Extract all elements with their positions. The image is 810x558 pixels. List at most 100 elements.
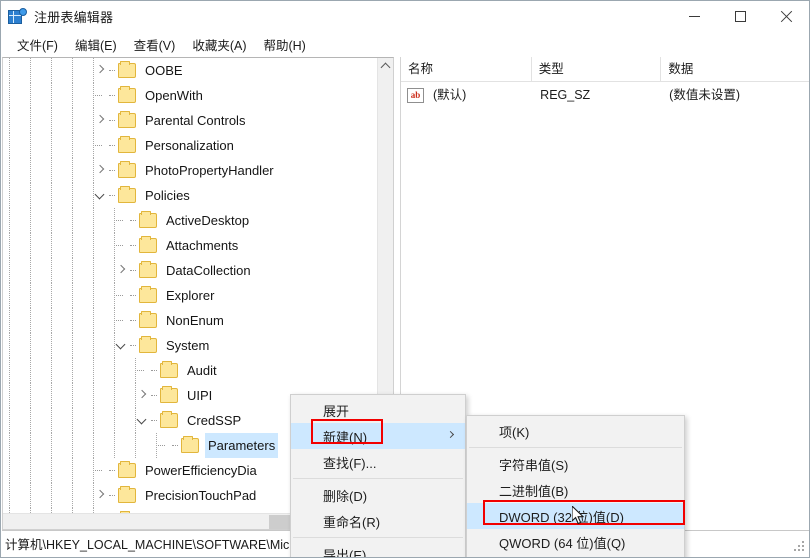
tree-item-oobe[interactable]: OOBE: [3, 58, 379, 83]
menu-item-label: 项(K): [499, 424, 530, 440]
tree-connector: [151, 383, 160, 408]
chevron-down-icon[interactable]: [93, 183, 109, 208]
submenu-item-1[interactable]: 字符串值(S): [467, 451, 684, 477]
context-menu-item-2[interactable]: 查找(F)...: [291, 449, 465, 475]
folder-icon: [139, 311, 157, 328]
tree-expander-placeholder: [93, 83, 109, 108]
menu-separator: [293, 537, 463, 538]
folder-icon: [118, 111, 136, 128]
tree-connector: [130, 258, 139, 283]
folder-icon: [160, 386, 178, 403]
chevron-right-icon[interactable]: [93, 108, 109, 133]
tree-indent-guides: [3, 408, 136, 433]
context-menu-item-5[interactable]: 导出(E): [291, 541, 465, 558]
tree-indent-guides: [3, 433, 157, 458]
tree-item-personalization[interactable]: Personalization: [3, 133, 379, 158]
tree-item-label: Parental Controls: [145, 113, 246, 128]
folder-icon: [118, 136, 136, 153]
tree-item-explorer[interactable]: Explorer: [3, 283, 379, 308]
tree-indent-guides: [3, 283, 115, 308]
resize-grip[interactable]: [794, 541, 806, 553]
folder-icon: [139, 336, 157, 353]
tree-expander-placeholder: [93, 133, 109, 158]
tree-expander-placeholder: [135, 358, 151, 383]
context-menu-item-4[interactable]: 重命名(R): [291, 508, 465, 534]
folder-icon: [139, 236, 157, 253]
chevron-right-icon[interactable]: [93, 483, 109, 508]
tree-indent-guides: [3, 208, 115, 233]
tree-item-datacollection[interactable]: DataCollection: [3, 258, 379, 283]
menu-item-3[interactable]: 收藏夹(A): [184, 33, 255, 56]
tree-connector: [109, 483, 118, 508]
folder-icon: [118, 86, 136, 103]
menu-item-1[interactable]: 编辑(E): [67, 33, 126, 56]
menu-item-label: 查找(F)...: [323, 455, 377, 471]
submenu-item-0[interactable]: 项(K): [467, 418, 684, 444]
tree-connector: [130, 283, 139, 308]
chevron-right-icon[interactable]: [135, 383, 151, 408]
submenu-item-3[interactable]: DWORD (32 位)值(D): [467, 503, 684, 529]
tree-item-label: Policies: [145, 188, 190, 203]
menu-bar: 文件(F) 编辑(E) 查看(V) 收藏夹(A) 帮助(H): [1, 32, 809, 56]
maximize-button[interactable]: [717, 1, 763, 32]
chevron-down-icon[interactable]: [114, 333, 130, 358]
folder-icon: [139, 261, 157, 278]
context-menu-item-1[interactable]: 新建(N): [291, 423, 465, 449]
window-controls: [671, 1, 809, 32]
tree-indent-guides: [3, 58, 94, 83]
menu-item-0[interactable]: 文件(F): [9, 33, 67, 56]
context-menu-item-0[interactable]: 展开: [291, 397, 465, 423]
tree-indent-guides: [3, 383, 136, 408]
tree-item-parental-controls[interactable]: Parental Controls: [3, 108, 379, 133]
tree-indent-guides: [3, 483, 94, 508]
tree-item-label: PhotoPropertyHandler: [145, 163, 274, 178]
column-header-name[interactable]: 名称: [401, 57, 532, 81]
chevron-right-icon[interactable]: [93, 158, 109, 183]
tree-indent-guides: [3, 83, 94, 108]
table-row[interactable]: ab (默认) REG_SZ (数值未设置): [401, 82, 809, 108]
tree-item-policies[interactable]: Policies: [3, 183, 379, 208]
context-menu[interactable]: 展开 新建(N) 查找(F)... 删除(D) 重命名(R) 导出(E): [290, 394, 466, 558]
tree-indent-guides: [3, 308, 115, 333]
tree-item-attachments[interactable]: Attachments: [3, 233, 379, 258]
menu-item-2[interactable]: 查看(V): [126, 33, 185, 56]
context-submenu-new[interactable]: 项(K) 字符串值(S) 二进制值(B) DWORD (32 位)值(D) QWORD …: [466, 415, 685, 557]
value-type: REG_SZ: [540, 88, 591, 102]
menu-item-label: 二进制值(B): [499, 483, 569, 499]
folder-icon: [118, 461, 136, 478]
folder-icon: [118, 161, 136, 178]
menu-item-4[interactable]: 帮助(H): [255, 33, 314, 56]
chevron-down-icon[interactable]: [135, 408, 151, 433]
column-header-type[interactable]: 类型: [532, 57, 662, 81]
tree-connector: [109, 458, 118, 483]
tree-item-openwith[interactable]: OpenWith: [3, 83, 379, 108]
submenu-item-2[interactable]: 二进制值(B): [467, 477, 684, 503]
tree-indent-guides: [3, 158, 94, 183]
registry-editor-window: 注册表编辑器 文件(F) 编辑(E) 查看(V) 收藏夹(A) 帮助(H) OOBE Op…: [0, 0, 810, 558]
scroll-up-icon[interactable]: [380, 62, 391, 73]
tree-connector: [130, 208, 139, 233]
tree-indent-guides: [3, 133, 94, 158]
tree-indent-guides: [3, 258, 115, 283]
tree-indent-guides: [3, 333, 115, 358]
tree-item-label: Explorer: [166, 288, 215, 303]
column-header-data[interactable]: 数据: [661, 57, 809, 81]
registry-editor-icon: [8, 8, 27, 26]
tree-item-system[interactable]: System: [3, 333, 379, 358]
close-button[interactable]: [763, 1, 809, 32]
chevron-right-icon[interactable]: [114, 258, 130, 283]
tree-item-photopropertyhandler[interactable]: PhotoPropertyHandler: [3, 158, 379, 183]
tree-item-activedesktop[interactable]: ActiveDesktop: [3, 208, 379, 233]
folder-icon: [160, 411, 178, 428]
submenu-item-4[interactable]: QWORD (64 位)值(Q): [467, 529, 684, 555]
tree-item-nonenum[interactable]: NonEnum: [3, 308, 379, 333]
tree-connector: [130, 308, 139, 333]
tree-expander-placeholder: [114, 233, 130, 258]
context-menu-item-3[interactable]: 删除(D): [291, 482, 465, 508]
value-name: (默认): [433, 88, 467, 102]
tree-item-audit[interactable]: Audit: [3, 358, 379, 383]
folder-icon: [160, 361, 178, 378]
tree-item-label: NonEnum: [166, 313, 224, 328]
minimize-button[interactable]: [671, 1, 717, 32]
chevron-right-icon[interactable]: [93, 58, 109, 83]
